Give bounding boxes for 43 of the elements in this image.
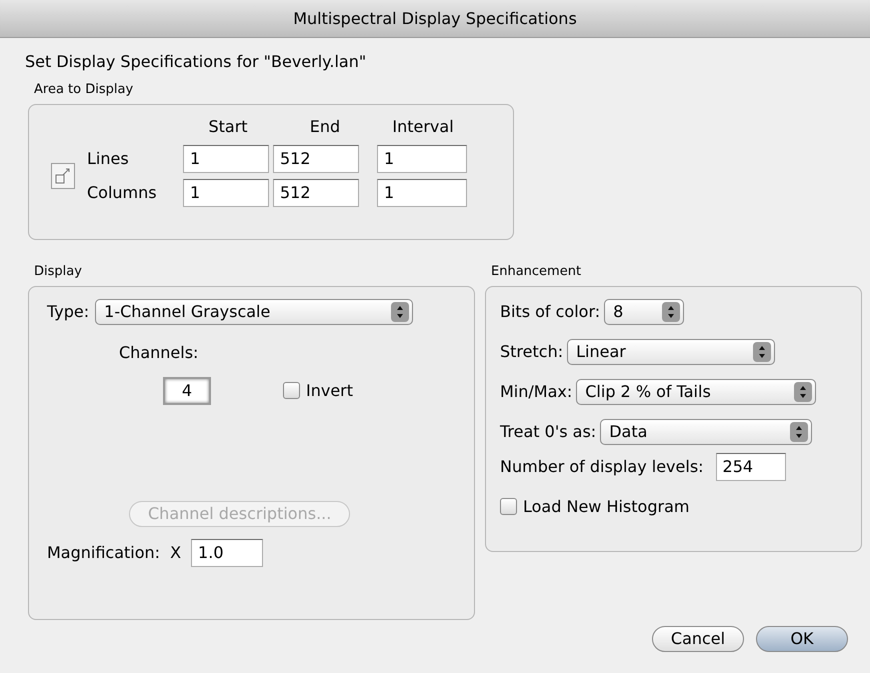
axis-label: X	[170, 542, 182, 564]
stepper-arrows-icon	[790, 422, 808, 442]
column-header: Interval	[391, 116, 455, 138]
input-field[interactable]: 4	[163, 376, 211, 404]
checkbox[interactable]: Invert	[283, 378, 354, 402]
column-header: Start	[207, 116, 249, 138]
levels-label: Number of display levels:	[500, 456, 704, 478]
window-title: Multispectral Display Specifications	[293, 8, 577, 30]
resize-icon[interactable]	[51, 162, 75, 188]
dropdown[interactable]: Data	[600, 418, 812, 444]
select-label: Treat 0's as:	[500, 420, 596, 442]
dialog-heading: Set Display Specifications for "Beverly.lan"	[25, 51, 368, 73]
group-title: Area to Display	[34, 81, 134, 99]
dropdown[interactable]: Clip 2 % of Tails	[576, 378, 816, 404]
stepper-arrows-icon	[391, 302, 410, 322]
select-label: Min/Max:	[500, 380, 572, 402]
magnification-label: Magnification:	[47, 542, 160, 564]
channels-label: Channels:	[119, 342, 200, 364]
input-field[interactable]: 512	[273, 178, 359, 206]
row-label: Columns	[87, 182, 158, 204]
group-title: Enhancement	[491, 263, 582, 281]
type-label: Type:	[47, 300, 90, 322]
column-header: End	[308, 116, 342, 138]
checkbox[interactable]: Load New Histogram	[500, 494, 861, 518]
dropdown[interactable]: 8	[604, 298, 684, 324]
input-field[interactable]: 1	[183, 178, 269, 206]
dialog-button[interactable]: Cancel	[652, 626, 744, 652]
select-label: Bits of color:	[500, 300, 600, 322]
input-field[interactable]: 1	[377, 178, 467, 206]
stepper-arrows-icon	[794, 382, 812, 402]
stepper-arrows-icon	[753, 342, 772, 362]
input-field[interactable]: 512	[273, 144, 359, 172]
input-field[interactable]: 1.0	[191, 538, 264, 566]
dropdown[interactable]: 1-Channel Grayscale	[95, 298, 414, 324]
row-label: Lines	[87, 148, 130, 170]
input-field[interactable]: 1	[377, 144, 467, 172]
select-label: Stretch:	[500, 340, 564, 362]
dialog-button[interactable]: OK	[756, 626, 848, 652]
input-field[interactable]: 254	[716, 452, 786, 480]
input-field[interactable]: 1	[183, 144, 269, 172]
group-title: Display	[34, 263, 83, 281]
stepper-arrows-icon	[662, 302, 680, 322]
dropdown[interactable]: Linear	[567, 338, 776, 364]
